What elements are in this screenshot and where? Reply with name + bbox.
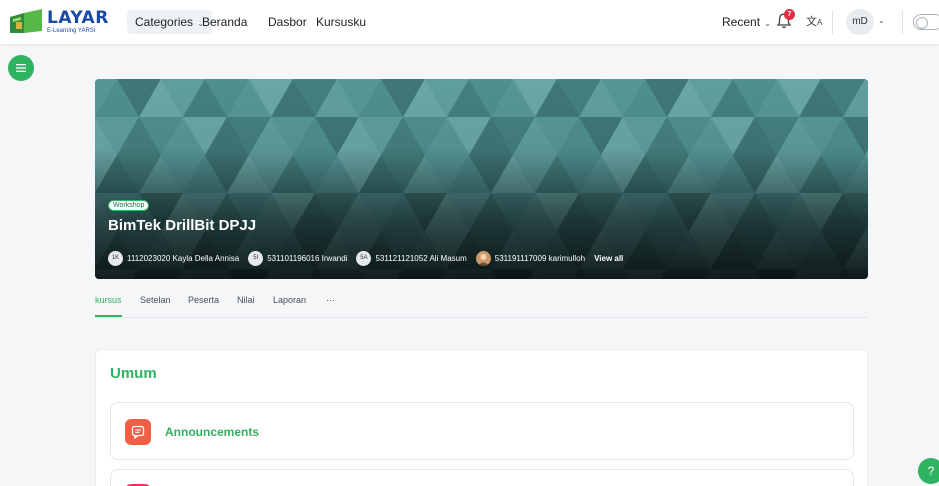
tab-laporan[interactable]: Laporan	[273, 295, 306, 305]
recent-label: Recent	[722, 15, 761, 29]
course-section-general: Umum Announcements	[95, 349, 868, 486]
participant-avatar: 5I	[248, 250, 264, 266]
navbar-divider	[902, 10, 903, 34]
logo-title: LAYAR	[47, 8, 109, 28]
course-header-banner: Workshop BimTek DrillBit DPJJ 1K 1112023…	[95, 79, 868, 279]
participant-avatar: 5A	[356, 250, 372, 266]
activity-item[interactable]: Announcements	[110, 402, 854, 460]
logo-subtitle: E-Learning YARSI	[47, 28, 96, 34]
participant-photo-avatar	[475, 250, 491, 266]
categories-dropdown[interactable]: Categories ⌄	[127, 10, 212, 34]
participant[interactable]: 5A 531121121052 Ali Masum	[356, 250, 467, 266]
section-title[interactable]: Umum	[110, 365, 157, 382]
nav-link-dasbor[interactable]: Dasbor	[268, 12, 307, 32]
participant[interactable]: 531191117009 karimulloh	[475, 250, 586, 266]
participant[interactable]: 1K 1112023020 Kayla Della Annisa	[108, 250, 240, 266]
participant-name: 531101196016 Irwandi	[267, 253, 348, 263]
top-navbar: LAYAR E-Learning YARSI Categories ⌄ Bera…	[0, 0, 939, 44]
tab-more[interactable]: ···	[326, 295, 335, 305]
tab-nilai[interactable]: Nilai	[237, 295, 255, 305]
notification-count-badge: 7	[784, 9, 795, 20]
course-secondary-navigation: kursus Setelan Peserta Nilai Laporan ···	[95, 294, 868, 318]
participant[interactable]: 5I 531101196016 Irwandi	[248, 250, 348, 266]
navbar-divider	[832, 10, 833, 34]
user-avatar[interactable]: mD	[846, 9, 874, 35]
course-category-badge: Workshop	[108, 200, 150, 211]
edit-mode-toggle[interactable]	[913, 14, 939, 30]
participant-avatar: 1K	[108, 250, 123, 266]
view-all-participants-link[interactable]: View all	[594, 254, 623, 263]
activity-item[interactable]	[110, 469, 854, 486]
nav-link-kursusku[interactable]: Kursusku	[316, 12, 366, 32]
notifications-button[interactable]: 7	[776, 9, 795, 32]
activity-name[interactable]: Announcements	[165, 425, 259, 439]
menu-icon	[16, 64, 26, 72]
banner-gradient-overlay	[95, 79, 868, 279]
nav-link-beranda[interactable]: Beranda	[202, 12, 247, 32]
recent-dropdown[interactable]: Recent ⌄	[722, 12, 771, 32]
tab-kursus[interactable]: kursus	[95, 295, 122, 305]
participant-name: 531191117009 karimulloh	[494, 253, 586, 263]
participant-name: 531121121052 Ali Masum	[375, 253, 467, 263]
participant-name: 1112023020 Kayla Della Annisa	[127, 253, 240, 263]
tab-peserta[interactable]: Peserta	[188, 295, 219, 305]
categories-label: Categories	[135, 15, 194, 29]
help-question-icon[interactable]: ?	[918, 458, 939, 484]
language-translate-icon[interactable]: 文A	[806, 13, 822, 29]
course-participants: 1K 1112023020 Kayla Della Annisa 5I 5311…	[108, 250, 623, 266]
logo-book-icon	[8, 9, 44, 35]
chevron-down-icon: ⌄	[762, 19, 771, 28]
forum-icon	[125, 419, 151, 445]
active-tab-indicator	[95, 315, 122, 317]
course-index-drawer-button[interactable]	[8, 55, 34, 81]
user-menu-chevron-icon[interactable]: ⌄	[878, 16, 885, 25]
site-logo[interactable]: LAYAR E-Learning YARSI	[8, 6, 108, 38]
course-title: BimTek DrillBit DPJJ	[108, 217, 257, 234]
tab-setelan[interactable]: Setelan	[140, 295, 171, 305]
